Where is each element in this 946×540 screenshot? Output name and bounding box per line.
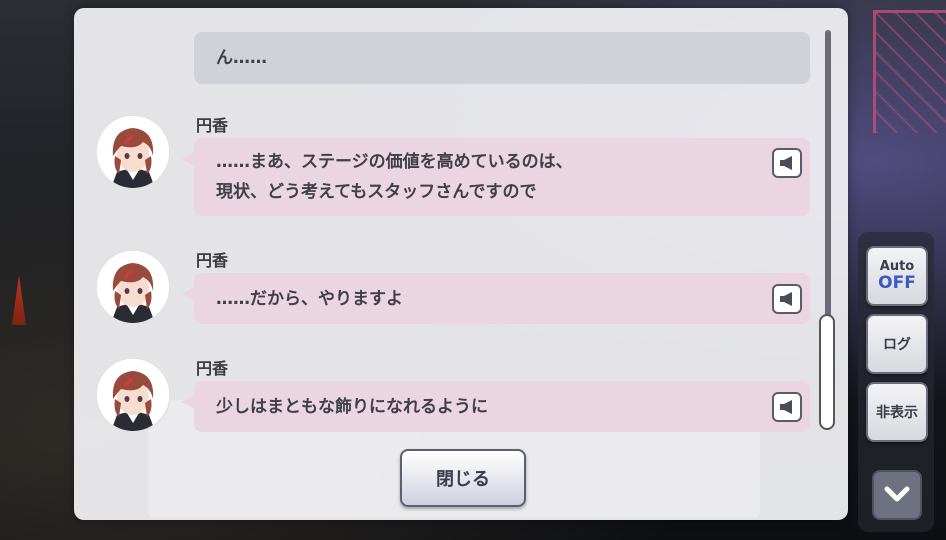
scroll-down-button[interactable] <box>872 470 922 520</box>
scrollbar-thumb[interactable] <box>819 314 835 430</box>
speaker-name: 円香 <box>196 251 229 270</box>
narration-text: ん…… <box>216 48 267 68</box>
stage-truss <box>873 10 946 133</box>
speech-bubble: ……まあ、ステージの価値を高めているのは、 現状、どう考えてもスタッフさんですの… <box>182 138 810 216</box>
log-button[interactable]: ログ <box>866 314 928 374</box>
hide-label: 非表示 <box>876 405 918 421</box>
speaker-icon <box>780 400 792 414</box>
hide-button[interactable]: 非表示 <box>866 382 928 442</box>
speech-bubble: ……だから、やりますよ <box>182 273 810 324</box>
voice-replay-button[interactable] <box>772 392 802 422</box>
dialogue-line: 少しはまともな飾りになれるように <box>216 396 488 417</box>
voice-replay-button[interactable] <box>772 148 802 178</box>
avatar <box>95 249 171 325</box>
backlog-modal <box>74 8 848 520</box>
avatar <box>95 114 171 190</box>
speaker-icon <box>780 292 792 306</box>
close-button[interactable]: 閉じる <box>400 449 526 507</box>
log-label: ログ <box>883 337 911 353</box>
dialogue-line: ……だから、やりますよ <box>216 288 403 309</box>
speaker-name: 円香 <box>196 116 229 135</box>
narration-bubble: ん…… <box>194 32 810 84</box>
speaker-icon <box>780 156 792 170</box>
voice-replay-button[interactable] <box>772 284 802 314</box>
auto-button[interactable]: Auto OFF <box>866 246 928 306</box>
auto-label: Auto <box>879 259 915 274</box>
chevron-down-icon <box>884 486 910 502</box>
close-label: 閉じる <box>436 469 490 490</box>
speech-bubble: 少しはまともな飾りになれるように <box>182 381 810 432</box>
dialogue-line: ……まあ、ステージの価値を高めているのは、 <box>216 152 573 172</box>
speaker-name: 円香 <box>196 359 229 378</box>
avatar <box>95 357 171 433</box>
dialogue-line: 現状、どう考えてもスタッフさんですので <box>216 182 537 202</box>
auto-state: OFF <box>878 273 916 293</box>
